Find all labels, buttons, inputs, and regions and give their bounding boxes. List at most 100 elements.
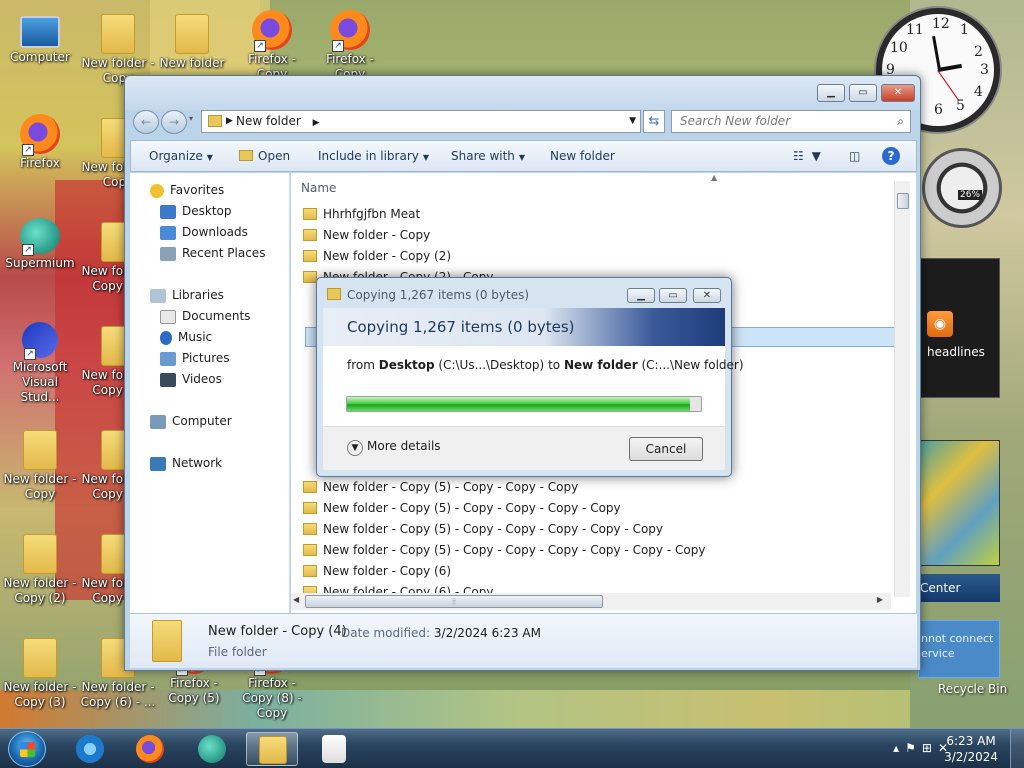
desktop-icon-folder[interactable]: New folder - Copy (3) [1,634,79,710]
folder-icon [23,430,57,470]
command-bar: Organize ▼ Open Include in library ▼ Share… [130,140,917,172]
media-center-gadget[interactable]: Center [918,574,1000,602]
supermium-icon: ↗ [20,218,60,256]
breadcrumb-arrow-icon[interactable]: ▶ [313,118,320,128]
column-header-name[interactable]: Name [301,181,336,195]
preview-pane-icon[interactable]: ◫ [849,149,860,163]
desktop-icon-folder[interactable]: New folder [153,10,231,71]
breadcrumb-arrow-icon[interactable]: ▶ [226,111,233,132]
feed-headlines-gadget[interactable]: ◉ headlines [918,258,1000,398]
nav-documents[interactable]: Documents [160,309,250,324]
close-button[interactable]: ✕ [881,84,915,102]
folder-icon [101,14,135,54]
back-button[interactable]: ← [133,110,159,134]
nav-libraries[interactable]: Libraries [150,288,224,303]
cpu-meter-gadget[interactable] [922,148,1002,228]
share-with-button[interactable]: Share with ▼ [451,149,525,163]
breadcrumb-current[interactable]: New folder [236,114,301,128]
taskbar-clock[interactable]: 6:23 AM 3/2/2024 [944,733,998,765]
scroll-thumb[interactable] [897,193,909,209]
folder-icon [303,271,317,283]
taskbar-firefox[interactable] [124,732,176,766]
nav-downloads[interactable]: Downloads [160,225,248,240]
dialog-close-button[interactable]: ✕ [693,288,721,303]
folder-icon [303,208,317,220]
internet-explorer-icon [76,735,104,763]
list-item[interactable]: New folder - Copy [303,225,430,246]
libraries-icon [150,288,166,303]
search-input[interactable]: Search New folder ⌕ [671,110,911,133]
dialog-minimize-button[interactable]: ▁ [627,288,655,303]
list-item[interactable]: New folder - Copy (6) [303,561,451,582]
recent-pages-icon[interactable]: ▾ [189,114,193,123]
forward-button[interactable]: → [161,110,187,134]
vertical-scrollbar[interactable] [894,181,910,597]
connection-gadget[interactable]: nnot connect ervice [918,620,1000,678]
clock-minute-hand [932,35,941,70]
taskbar-supermium[interactable] [186,732,238,766]
recycle-bin-label[interactable]: Recycle Bin [938,682,1007,696]
desktop-icon-computer[interactable]: Computer [1,10,79,65]
nav-desktop[interactable]: Desktop [160,204,232,219]
folder-icon [303,544,317,556]
refresh-button[interactable]: ⇆ [643,110,665,133]
show-desktop-button[interactable] [1010,729,1024,768]
new-folder-button[interactable]: New folder [550,149,615,163]
desktop-icon-firefox[interactable]: ↗ Firefox - Copy [311,10,389,82]
nav-music[interactable]: Music [160,330,212,345]
help-icon[interactable]: ? [882,147,900,165]
shortcut-arrow-icon: ↗ [22,244,34,256]
scroll-left-icon[interactable]: ◀ [293,595,299,604]
search-icon[interactable]: ⌕ [897,111,904,132]
address-row: ← → ▾ ▶ New folder ▶ ▼ ⇆ Search New fold… [131,108,916,136]
minimize-button[interactable]: ▁ [817,84,845,102]
taskbar-explorer[interactable] [246,732,298,766]
list-item[interactable]: New folder - Copy (5) - Copy - Copy - Co… [303,540,705,561]
nav-computer[interactable]: Computer [150,414,232,429]
nav-pictures[interactable]: Pictures [160,351,230,366]
scroll-thumb[interactable]: ⦙⦙ [305,595,603,608]
folder-icon [23,638,57,678]
nav-network[interactable]: Network [150,456,222,471]
shortcut-arrow-icon: ↗ [24,348,36,360]
list-item[interactable]: New folder - Copy (5) - Copy - Copy - Co… [303,498,621,519]
folder-icon [175,14,209,54]
details-date: Date modified: 3/2/2024 6:23 AM [341,626,541,640]
list-item[interactable]: New folder - Copy (5) - Copy - Copy - Co… [303,519,663,540]
desktop-icon-folder[interactable]: New folder - Copy [1,426,79,502]
include-in-library-button[interactable]: Include in library ▼ [318,149,429,163]
view-options-icon[interactable]: ☷ ▼ [793,149,823,163]
desktop-icon-supermium[interactable]: ↗ Supermium [1,218,79,271]
taskbar-media-player[interactable] [308,732,360,766]
folder-icon [303,229,317,241]
folder-icon [23,534,57,574]
window-titlebar[interactable]: ▁ ▭ ✕ [125,76,920,110]
nav-videos[interactable]: Videos [160,372,222,387]
list-item[interactable]: New folder - Copy (2) [303,246,451,267]
slideshow-gadget[interactable] [918,440,1000,566]
open-button[interactable]: Open [239,149,290,163]
start-button[interactable] [8,731,46,767]
desktop-icon-visual-studio[interactable]: ↗ Microsoft Visual Stud... [1,322,79,405]
source-link[interactable]: Desktop [379,358,435,372]
list-item[interactable]: Hhrhfgjfbn Meat [303,204,420,225]
desktop-icon-folder[interactable]: New folder - Copy (2) [1,530,79,606]
address-bar[interactable]: ▶ New folder ▶ ▼ [201,110,641,133]
horizontal-scrollbar[interactable]: ◀ ⦙⦙ ▶ [291,593,891,610]
more-details-toggle[interactable]: ▼ More details [347,439,441,456]
taskbar-internet-explorer[interactable] [64,732,116,766]
folder-icon [208,115,222,127]
organize-button[interactable]: Organize ▼ [149,149,213,163]
nav-favorites[interactable]: Favorites [150,183,224,198]
desktop-icon-firefox[interactable]: ↗ Firefox [1,114,79,171]
desktop-icon-firefox[interactable]: ↗ Firefox - Copy [233,10,311,82]
dialog-maximize-button[interactable]: ▭ [659,288,687,303]
list-item[interactable]: New folder - Copy (5) - Copy - Copy - Co… [303,477,578,498]
maximize-button[interactable]: ▭ [849,84,877,102]
scroll-right-icon[interactable]: ▶ [877,595,883,604]
copy-progress-dialog[interactable]: Copying 1,267 items (0 bytes) ▁ ▭ ✕ Copy… [316,277,744,477]
address-dropdown-icon[interactable]: ▼ [629,111,636,132]
destination-link[interactable]: New folder [564,358,638,372]
nav-recent-places[interactable]: Recent Places [160,246,265,261]
cancel-button[interactable]: Cancel [629,437,703,461]
